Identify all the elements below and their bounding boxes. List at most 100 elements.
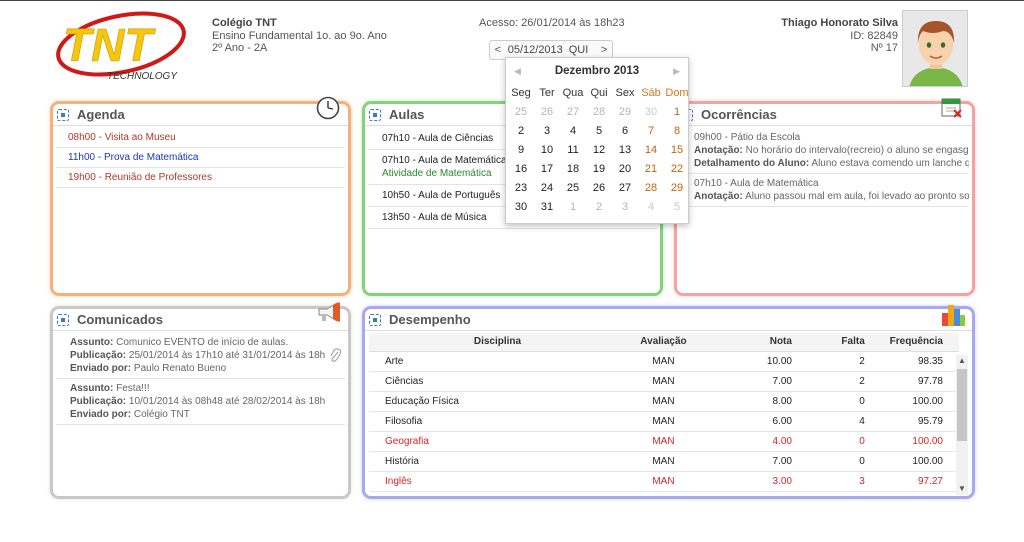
agenda-item[interactable]: 11h00 - Prova de Matemática <box>56 148 345 168</box>
calendar-next-icon[interactable]: ▶ <box>673 66 680 77</box>
agenda-item[interactable]: 08h00 - Visita ao Museu <box>56 128 345 148</box>
calendar-day[interactable]: 4 <box>638 198 664 217</box>
calendar-day[interactable]: 30 <box>508 198 534 217</box>
calendar-day[interactable]: 18 <box>560 160 586 179</box>
cell-frequencia: 100.00 <box>864 391 959 412</box>
calendar-day[interactable]: 11 <box>560 141 586 160</box>
agenda-list: 08h00 - Visita ao Museu 11h00 - Prova de … <box>53 126 348 188</box>
calendar-day[interactable]: 25 <box>560 179 586 198</box>
calendar-day[interactable]: 30 <box>638 103 664 122</box>
calendar-day[interactable]: 25 <box>508 103 534 122</box>
col-nota[interactable]: Nota <box>700 333 792 352</box>
calendar-day[interactable]: 9 <box>508 141 534 160</box>
calendar-day[interactable]: 3 <box>612 198 638 217</box>
calendar-day[interactable]: 26 <box>586 179 612 198</box>
calendar-day[interactable]: 4 <box>560 122 586 141</box>
grades-header-row: Disciplina Avaliação Nota Falta Frequênc… <box>369 333 959 352</box>
table-row[interactable]: Arte MAN 10.00 2 98.35 <box>369 351 959 372</box>
cell-disciplina: Filosofia <box>369 411 626 432</box>
calendar-day[interactable]: 29 <box>612 103 638 122</box>
calendar-prev-icon[interactable]: ◀ <box>514 66 521 77</box>
calendar-day[interactable]: 17 <box>534 160 560 179</box>
calendar-day[interactable]: 10 <box>534 141 560 160</box>
calendar-day[interactable]: 29 <box>664 179 690 198</box>
agenda-item[interactable]: 19h00 - Reunião de Professores <box>56 168 345 188</box>
date-prev-button[interactable]: < <box>490 44 506 56</box>
clock-icon <box>316 96 340 120</box>
expand-icon[interactable] <box>369 108 381 121</box>
calendar-weekday: Qua <box>562 87 584 99</box>
cell-disciplina: História <box>369 451 626 472</box>
ocorrencia-item[interactable]: 09h00 - Pátio da Escola Anotação: No horá… <box>680 128 969 174</box>
col-disciplina[interactable]: Disciplina <box>369 333 626 352</box>
calendar-day[interactable]: 3 <box>534 122 560 141</box>
expand-icon[interactable] <box>369 313 381 326</box>
calendar-day[interactable]: 27 <box>612 179 638 198</box>
calendar-day[interactable]: 26 <box>534 103 560 122</box>
expand-icon[interactable] <box>57 313 69 326</box>
calendar-day[interactable]: 22 <box>664 160 690 179</box>
ocorrencia-detalhe-label: Detalhamento do Aluno: <box>694 158 810 169</box>
comunicado-enviado-text: Paulo Renato Bueno <box>131 363 227 374</box>
tnt-logo: TNT TECHNOLOGY <box>56 11 186 82</box>
scroll-up-icon[interactable]: ▲ <box>956 355 968 367</box>
cell-nota: 4.00 <box>700 431 792 452</box>
col-avaliacao[interactable]: Avaliação <box>625 333 701 352</box>
calendar-day[interactable]: 28 <box>638 179 664 198</box>
calendar-day[interactable]: 15 <box>664 141 690 160</box>
calendar-alert-icon <box>941 98 962 118</box>
date-next-button[interactable]: > <box>596 44 612 56</box>
expand-icon[interactable] <box>57 108 69 121</box>
col-frequencia[interactable]: Frequência <box>864 333 959 352</box>
table-row[interactable]: História MAN 7.00 0 100.00 <box>369 451 959 472</box>
comunicado-publicacao: Publicação: 10/01/2014 às 08h48 até 28/0… <box>70 395 331 408</box>
table-row[interactable]: Filosofia MAN 6.00 4 95.79 <box>369 411 959 432</box>
calendar-day[interactable]: 23 <box>508 179 534 198</box>
avatar[interactable] <box>902 10 968 87</box>
grades-scrollbar[interactable]: ▲ ▼ <box>956 355 968 495</box>
calendar-day[interactable]: 14 <box>638 141 664 160</box>
school-name: Colégio TNT <box>212 17 277 29</box>
scroll-thumb[interactable] <box>957 369 967 441</box>
comunicado-item[interactable]: Assunto: Festa!!! Publicação: 10/01/2014 … <box>56 379 345 425</box>
calendar-day[interactable]: 21 <box>638 160 664 179</box>
ocorrencia-item[interactable]: 07h10 - Aula de Matemática Anotação: Alun… <box>680 174 969 207</box>
calendar-day[interactable]: 8 <box>664 122 690 141</box>
calendar-day[interactable]: 31 <box>534 198 560 217</box>
calendar-day[interactable]: 20 <box>612 160 638 179</box>
comunicado-assunto: Assunto: Comunico EVENTO de início de au… <box>70 336 331 349</box>
table-row[interactable]: Ciências MAN 7.00 2 97.78 <box>369 371 959 392</box>
calendar-day[interactable]: 1 <box>560 198 586 217</box>
megaphone-icon <box>318 302 340 322</box>
calendar-day[interactable]: 5 <box>664 198 690 217</box>
calendar-day[interactable]: 5 <box>586 122 612 141</box>
calendar-day[interactable]: 28 <box>586 103 612 122</box>
comunicado-assunto-text: Comunico EVENTO de início de aulas. <box>113 337 289 348</box>
attachment-icon[interactable] <box>329 348 341 362</box>
col-falta[interactable]: Falta <box>791 333 865 352</box>
calendar-day[interactable]: 24 <box>534 179 560 198</box>
scroll-down-icon[interactable]: ▼ <box>956 483 968 495</box>
calendar-day[interactable]: 19 <box>586 160 612 179</box>
comunicado-publicacao-text: 10/01/2014 às 08h48 até 28/02/2014 às 18… <box>126 396 326 407</box>
table-row[interactable]: Geografia MAN 4.00 0 100.00 <box>369 431 959 452</box>
table-row[interactable]: Educação Física MAN 8.00 0 100.00 <box>369 391 959 412</box>
table-row[interactable]: Inglês MAN 3.00 3 97.27 <box>369 471 959 492</box>
cell-frequencia: 97.27 <box>864 471 959 492</box>
calendar-day[interactable]: 13 <box>612 141 638 160</box>
calendar-weekday: Seg <box>511 87 531 99</box>
calendar-day[interactable]: 6 <box>612 122 638 141</box>
comunicados-title: Comunicados <box>77 312 163 327</box>
ocorrencia-detalhe: Detalhamento do Aluno: Aluno estava come… <box>694 157 969 170</box>
calendar-day[interactable]: 7 <box>638 122 664 141</box>
user-info: Thiago Honorato Silva ID: 82849 Nº 17 <box>781 17 898 55</box>
calendar-day[interactable]: 12 <box>586 141 612 160</box>
calendar-weekday: Qui <box>590 87 608 99</box>
calendar-day[interactable]: 1 <box>664 103 690 122</box>
date-value[interactable]: 05/12/2013 <box>508 44 569 56</box>
calendar-day[interactable]: 16 <box>508 160 534 179</box>
comunicado-item[interactable]: Assunto: Comunico EVENTO de início de au… <box>56 333 345 379</box>
calendar-day[interactable]: 2 <box>586 198 612 217</box>
calendar-day[interactable]: 27 <box>560 103 586 122</box>
calendar-day[interactable]: 2 <box>508 122 534 141</box>
